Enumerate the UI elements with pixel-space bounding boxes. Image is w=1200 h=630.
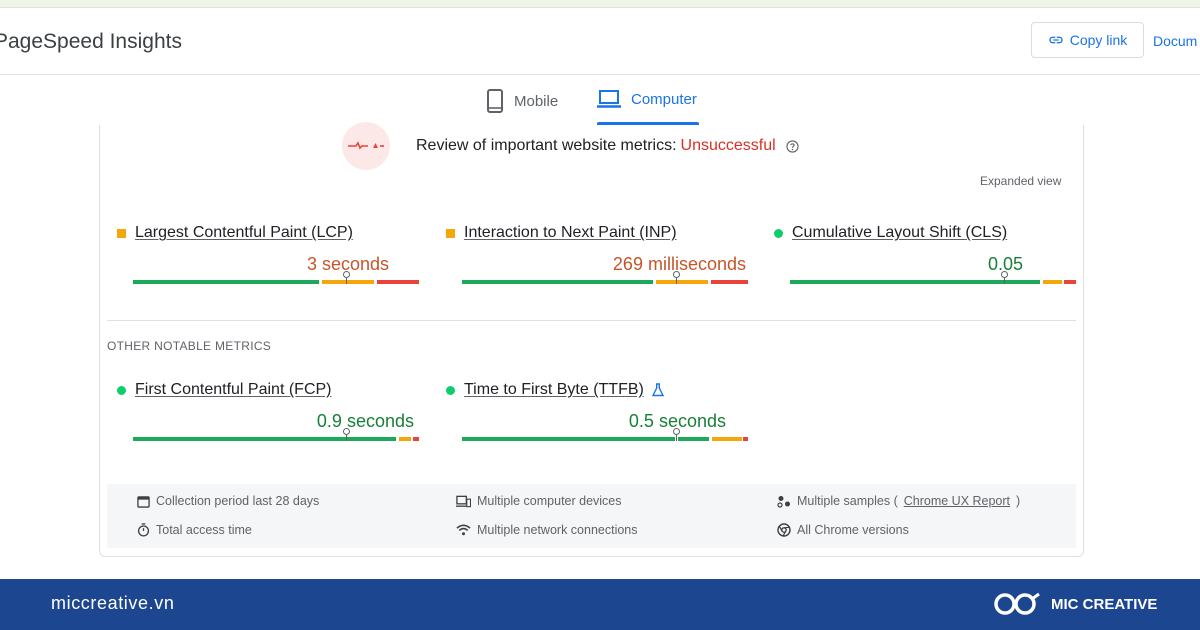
- percentile-marker: [673, 428, 680, 441]
- distribution-bar: [462, 428, 748, 441]
- assessment-text: Review of important website metrics:: [416, 137, 677, 154]
- devices-icon: [456, 495, 471, 507]
- help-icon[interactable]: [786, 139, 799, 153]
- metric-label[interactable]: Interaction to Next Paint (INP): [464, 224, 677, 242]
- needs-improvement-square-icon: [117, 228, 126, 238]
- metric-value: 0.9 seconds: [316, 411, 414, 431]
- percentile-marker: [343, 428, 350, 441]
- metric-label[interactable]: Cumulative Layout Shift (CLS): [792, 224, 1007, 242]
- network-info: Multiple network connections: [456, 523, 638, 537]
- smartphone-icon: [487, 89, 503, 113]
- good-circle-icon: [446, 385, 455, 395]
- link-icon: [1049, 36, 1063, 44]
- footer-site-url: miccreative.vn: [51, 593, 175, 613]
- network-text: Multiple network connections: [477, 523, 638, 537]
- assessment-badge: [342, 122, 390, 170]
- chrome-versions-info: All Chrome versions: [777, 523, 909, 537]
- tab-mobile[interactable]: Mobile: [486, 89, 558, 113]
- devices-info: Multiple computer devices: [456, 494, 622, 508]
- metric-label[interactable]: First Contentful Paint (FCP): [135, 381, 332, 399]
- needs-improvement-square-icon: [446, 228, 455, 238]
- footer-banner: miccreative.vn MIC CREATIVE: [0, 579, 1200, 630]
- visit-duration: Total access time: [137, 523, 252, 537]
- chrome-ux-report-link[interactable]: Chrome UX Report: [904, 494, 1010, 508]
- metric-label[interactable]: Largest Contentful Paint (LCP): [135, 224, 353, 242]
- other-metrics-title: OTHER NOTABLE METRICS: [107, 339, 272, 353]
- metric-label[interactable]: Time to First Byte (TTFB): [464, 381, 644, 399]
- good-circle-icon: [774, 228, 783, 238]
- expanded-view-toggle[interactable]: Expanded view: [980, 174, 1061, 188]
- percentile-marker: [343, 271, 350, 284]
- docs-link[interactable]: Docum: [1153, 33, 1197, 49]
- brand-logo: MIC CREATIVE: [993, 590, 1157, 618]
- device-tabs: Mobile Computer: [0, 75, 1200, 125]
- stopwatch-icon: [137, 523, 150, 537]
- calendar-icon: [137, 495, 150, 508]
- browser-top-strip: [0, 0, 1200, 8]
- tab-computer-label: Computer: [631, 90, 697, 108]
- flask-icon[interactable]: [651, 383, 664, 397]
- distribution-bar: [133, 271, 419, 284]
- samples-text: Multiple samples (: [797, 494, 898, 508]
- app-header: PageSpeed Insights Copy link Docum: [0, 8, 1200, 75]
- samples-suffix: ): [1016, 494, 1021, 508]
- collection-period: Collection period last 28 days: [137, 494, 319, 508]
- visit-duration-text: Total access time: [156, 523, 252, 537]
- infinity-logo-icon: [994, 592, 1040, 615]
- percentile-marker: [673, 271, 680, 284]
- section-divider: [107, 320, 1076, 321]
- copy-link-button[interactable]: Copy link: [1031, 22, 1144, 58]
- tab-computer[interactable]: Computer: [597, 89, 697, 109]
- good-circle-icon: [117, 385, 126, 395]
- laptop-icon: [597, 90, 621, 108]
- distribution-bar: [133, 428, 419, 441]
- devices-text: Multiple computer devices: [477, 494, 622, 508]
- assessment-heading: Review of important website metrics: Uns…: [416, 137, 799, 155]
- brand-name: MIC CREATIVE: [1051, 595, 1158, 613]
- assessment-status: Unsuccessful: [680, 137, 776, 154]
- wifi-icon: [456, 524, 471, 536]
- samples-info: Multiple samples ( Chrome UX Report ): [777, 494, 1020, 508]
- chrome-versions-text: All Chrome versions: [797, 523, 909, 537]
- app-title: PageSpeed Insights: [0, 30, 182, 53]
- distribution-bar: [462, 271, 748, 284]
- samples-dots-icon: [777, 495, 790, 508]
- pulse-icon: [348, 141, 384, 150]
- collection-period-text: Collection period last 28 days: [156, 494, 320, 508]
- chrome-icon: [777, 523, 791, 537]
- copy-link-label: Copy link: [1069, 32, 1128, 48]
- percentile-marker: [1001, 271, 1008, 284]
- distribution-bar: [790, 271, 1076, 284]
- tab-mobile-label: Mobile: [514, 92, 559, 110]
